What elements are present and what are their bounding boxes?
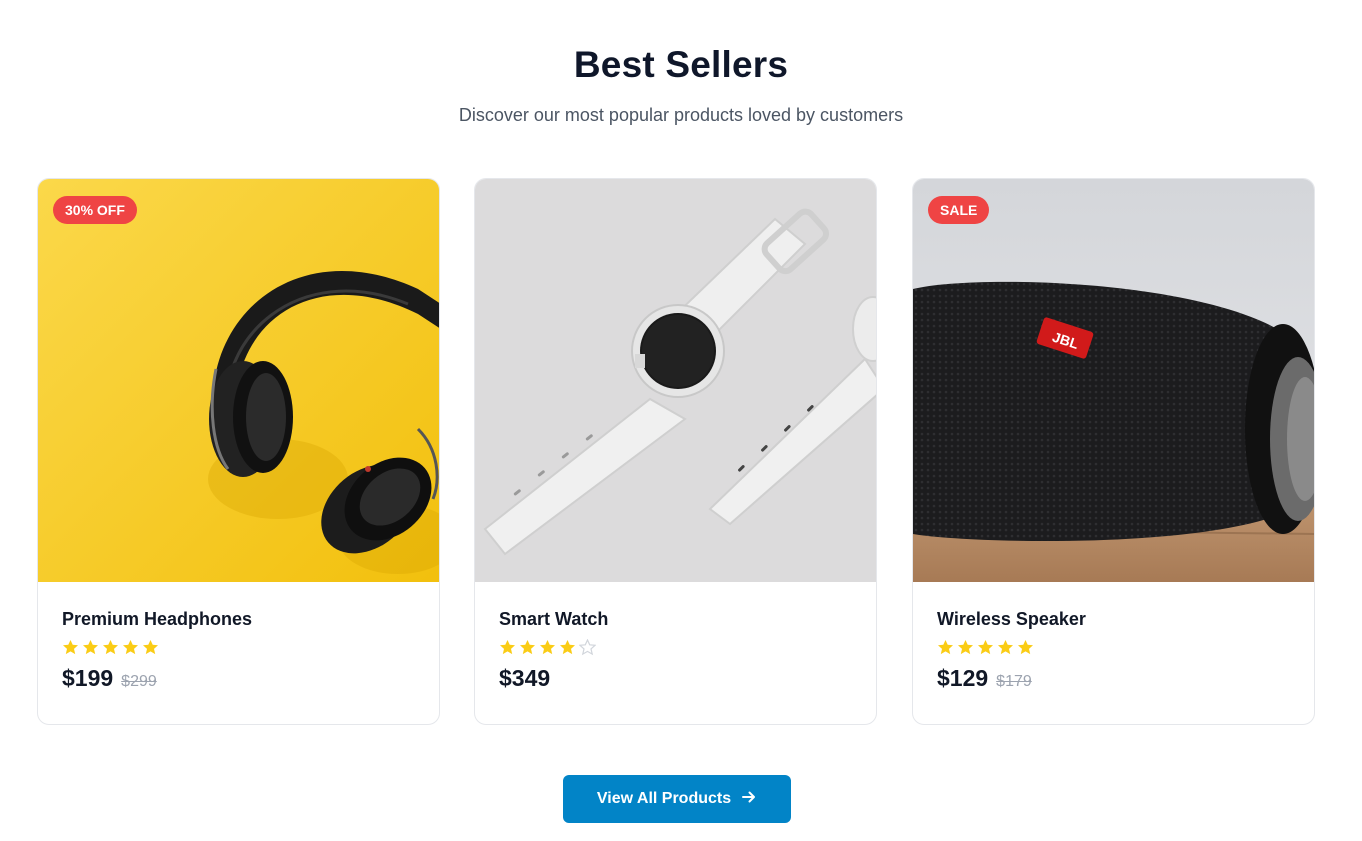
product-price: $199 — [62, 665, 114, 691]
star-filled-icon — [83, 640, 98, 655]
product-name[interactable]: Smart Watch — [499, 609, 852, 630]
product-image-speaker[interactable]: JBL — [913, 179, 1314, 582]
star-filled-icon — [143, 640, 158, 655]
star-filled-icon — [500, 640, 515, 655]
star-filled-icon — [520, 640, 535, 655]
product-card-speaker[interactable]: JBL SALE Wireless Speaker $129 $179 — [912, 178, 1315, 725]
product-price: $129 — [937, 665, 989, 691]
star-filled-icon — [1018, 640, 1033, 655]
star-filled-icon — [560, 640, 575, 655]
star-filled-icon — [540, 640, 555, 655]
star-filled-icon — [123, 640, 138, 655]
discount-badge: 30% OFF — [53, 196, 137, 224]
star-filled-icon — [938, 640, 953, 655]
view-all-products-button[interactable]: View All Products — [563, 775, 791, 823]
product-image-headphones[interactable] — [38, 179, 439, 582]
view-all-products-label: View All Products — [596, 790, 732, 807]
star-rating — [62, 639, 415, 659]
section-subtitle: Discover our most popular products loved… — [458, 105, 904, 125]
arrow-right-icon — [741, 789, 757, 810]
star-filled-icon — [998, 640, 1013, 655]
sale-badge: SALE — [928, 196, 990, 224]
original-price: $179 — [996, 673, 1032, 690]
product-name[interactable]: Wireless Speaker — [937, 609, 1290, 630]
star-rating — [937, 639, 1290, 659]
star-filled-icon — [958, 640, 973, 655]
product-card-smartwatch[interactable]: Smart Watch $349 — [474, 178, 877, 725]
product-name[interactable]: Premium Headphones — [62, 609, 415, 630]
star-filled-icon — [978, 640, 993, 655]
section-title: Best Sellers — [573, 44, 789, 85]
star-filled-icon — [63, 640, 78, 655]
product-image-smartwatch[interactable] — [475, 179, 876, 582]
star-empty-icon — [579, 639, 596, 656]
product-price: $349 — [499, 665, 551, 691]
star-filled-icon — [103, 640, 118, 655]
star-rating — [499, 639, 852, 659]
original-price: $299 — [121, 673, 157, 690]
product-card-headphones[interactable]: 30% OFF Premium Headphones $199 $299 — [37, 178, 440, 725]
